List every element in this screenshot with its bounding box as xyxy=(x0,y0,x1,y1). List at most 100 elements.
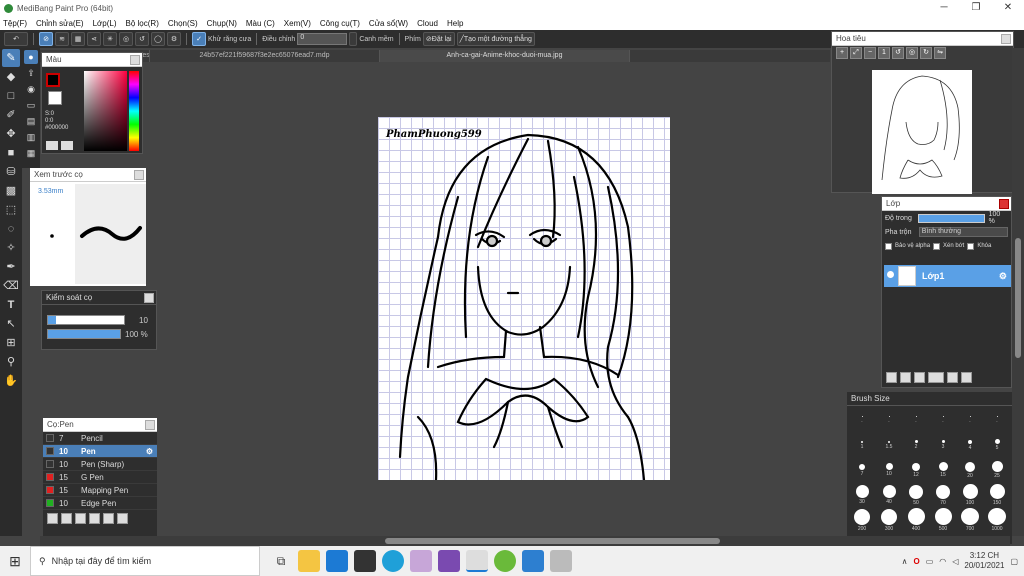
fit-icon[interactable]: ⤢ xyxy=(850,47,862,59)
cloud-brush-icon[interactable] xyxy=(47,513,58,524)
brush-size-option[interactable]: . xyxy=(903,408,929,432)
duplicate-layer-icon[interactable] xyxy=(914,372,925,383)
snap-perspective-icon[interactable]: ⋖ xyxy=(87,32,101,46)
close-icon[interactable] xyxy=(145,420,155,430)
close-icon[interactable] xyxy=(1001,34,1011,44)
hand-tool-icon[interactable]: ✋ xyxy=(2,372,20,390)
undo-button[interactable]: ↶ xyxy=(4,32,28,46)
wifi-icon[interactable]: ◠ xyxy=(939,557,946,566)
tray-icon[interactable]: ▭ xyxy=(926,557,934,566)
brush-size-option[interactable]: 15 xyxy=(930,458,956,482)
color-hex-value[interactable]: #000000 xyxy=(45,125,68,132)
lock-checkbox[interactable] xyxy=(967,242,975,250)
task-view-icon[interactable]: ⧉ xyxy=(270,550,292,572)
navigator-thumbnail[interactable] xyxy=(872,70,972,194)
chat-icon[interactable]: ◉ xyxy=(24,82,38,96)
duplicate-brush-icon[interactable] xyxy=(89,513,100,524)
app-icon[interactable] xyxy=(438,550,460,572)
brush-list-item[interactable]: 10 Edge Pen xyxy=(43,497,157,510)
foreground-color-swatch[interactable] xyxy=(46,73,60,87)
mail-icon[interactable] xyxy=(326,550,348,572)
add-layer-menu-icon[interactable] xyxy=(928,372,944,383)
menu-cloud[interactable]: Cloud xyxy=(417,19,438,28)
new-layer-icon[interactable] xyxy=(886,372,897,383)
scrollbar-thumb[interactable] xyxy=(385,538,720,544)
close-icon[interactable] xyxy=(130,55,140,65)
edge-icon[interactable] xyxy=(382,550,404,572)
brush-size-option[interactable]: 5 xyxy=(984,433,1010,457)
brush-list-item[interactable]: 10 Pen (Sharp) xyxy=(43,458,157,471)
menu-layer[interactable]: Lớp(L) xyxy=(93,19,117,28)
snap-off-icon[interactable]: ⊘ xyxy=(39,32,53,46)
brush-size-option[interactable]: 1 xyxy=(849,433,875,457)
brush-size-option[interactable]: 150 xyxy=(984,483,1010,507)
brush-size-option[interactable]: . xyxy=(984,408,1010,432)
flip-icon[interactable]: ⇋ xyxy=(934,47,946,59)
zoom-in-icon[interactable]: + xyxy=(836,47,848,59)
adjust-input[interactable]: 0 xyxy=(297,33,348,45)
layer-settings-icon[interactable]: ⚙ xyxy=(999,271,1007,282)
background-color-swatch[interactable] xyxy=(48,91,62,105)
horizontal-scrollbar[interactable] xyxy=(40,536,1010,546)
new-halftone-layer-icon[interactable] xyxy=(900,372,911,383)
brush-size-option[interactable]: 2 xyxy=(903,433,929,457)
brush-size-option[interactable]: 300 xyxy=(876,508,902,532)
reset-view-icon[interactable]: ◎ xyxy=(906,47,918,59)
grid-icon[interactable]: ▦ xyxy=(24,146,38,160)
move-tool-icon[interactable]: ✥ xyxy=(2,125,20,143)
store-icon[interactable] xyxy=(354,550,376,572)
brush-size-option[interactable]: 30 xyxy=(849,483,875,507)
delete-layer-icon[interactable] xyxy=(961,372,972,383)
close-icon[interactable] xyxy=(134,170,144,180)
new-brush-icon[interactable] xyxy=(61,513,72,524)
comment-icon[interactable]: ▭ xyxy=(24,98,38,112)
select-pen-icon[interactable]: ✒ xyxy=(2,258,20,276)
actual-size-icon[interactable]: 1 xyxy=(878,47,890,59)
menu-view[interactable]: Xem(V) xyxy=(284,19,311,28)
select-eraser-icon[interactable]: ⌫ xyxy=(2,277,20,295)
menu-color[interactable]: Màu (C) xyxy=(246,19,275,28)
menu-help[interactable]: Help xyxy=(447,19,463,28)
layer-folder-icon[interactable] xyxy=(947,372,958,383)
share-icon[interactable]: ⇪ xyxy=(24,66,38,80)
brush-list-item[interactable]: 7 Pencil xyxy=(43,432,157,445)
notification-icon[interactable]: ▢ xyxy=(1010,557,1018,566)
saturation-value-picker[interactable] xyxy=(84,71,127,151)
brush-size-option[interactable]: 7 xyxy=(849,458,875,482)
clipping-checkbox[interactable] xyxy=(933,242,941,250)
snap-settings-icon[interactable]: ⚙ xyxy=(167,32,181,46)
create-line-button[interactable]: ╱ Tạo một đường thẳng xyxy=(456,32,535,46)
rotate-left-icon[interactable]: ↺ xyxy=(892,47,904,59)
brush-size-option[interactable]: 4 xyxy=(957,433,983,457)
delete-brush-icon[interactable] xyxy=(117,513,128,524)
menu-file[interactable]: Tệp(F) xyxy=(3,19,27,28)
windows-start-icon[interactable]: ⊞ xyxy=(0,546,30,576)
menu-snap[interactable]: Chụp(N) xyxy=(207,19,237,28)
menu-filter[interactable]: Bộ lọc(R) xyxy=(126,19,159,28)
brush-tool-icon[interactable]: ✎ xyxy=(2,49,20,67)
palette-icon[interactable] xyxy=(61,141,73,150)
layer-item[interactable]: Lớp1 ⚙ xyxy=(884,265,1011,287)
app-icon[interactable] xyxy=(550,550,572,572)
snap-radial-icon[interactable]: ✳ xyxy=(103,32,117,46)
minimize-button[interactable]: ─ xyxy=(928,0,960,16)
app-icon[interactable] xyxy=(410,550,432,572)
brush-size-option[interactable]: 1000 xyxy=(984,508,1010,532)
text-tool-icon[interactable]: T xyxy=(2,296,20,314)
vertical-scrollbar[interactable] xyxy=(1012,48,1024,536)
layer-opacity-slider[interactable] xyxy=(918,213,985,223)
close-icon[interactable] xyxy=(144,293,154,303)
page-icon[interactable]: ▥ xyxy=(24,130,38,144)
antialias-checkbox[interactable]: ✓ xyxy=(192,32,206,46)
medibang-taskbar-icon[interactable] xyxy=(466,550,488,572)
brush-size-option[interactable]: . xyxy=(930,408,956,432)
brush-size-slider[interactable] xyxy=(47,315,125,325)
snap-parallel-icon[interactable]: ≋ xyxy=(55,32,69,46)
drawing-canvas[interactable]: PhamPhuong599 xyxy=(378,117,670,480)
graphic-tool-icon[interactable]: ✐ xyxy=(2,106,20,124)
chevron-up-icon[interactable]: ∧ xyxy=(902,557,908,566)
brush-size-option[interactable]: . xyxy=(876,408,902,432)
folder-icon[interactable] xyxy=(103,513,114,524)
smooth-checkbox[interactable] xyxy=(349,32,358,46)
app-icon[interactable] xyxy=(494,550,516,572)
